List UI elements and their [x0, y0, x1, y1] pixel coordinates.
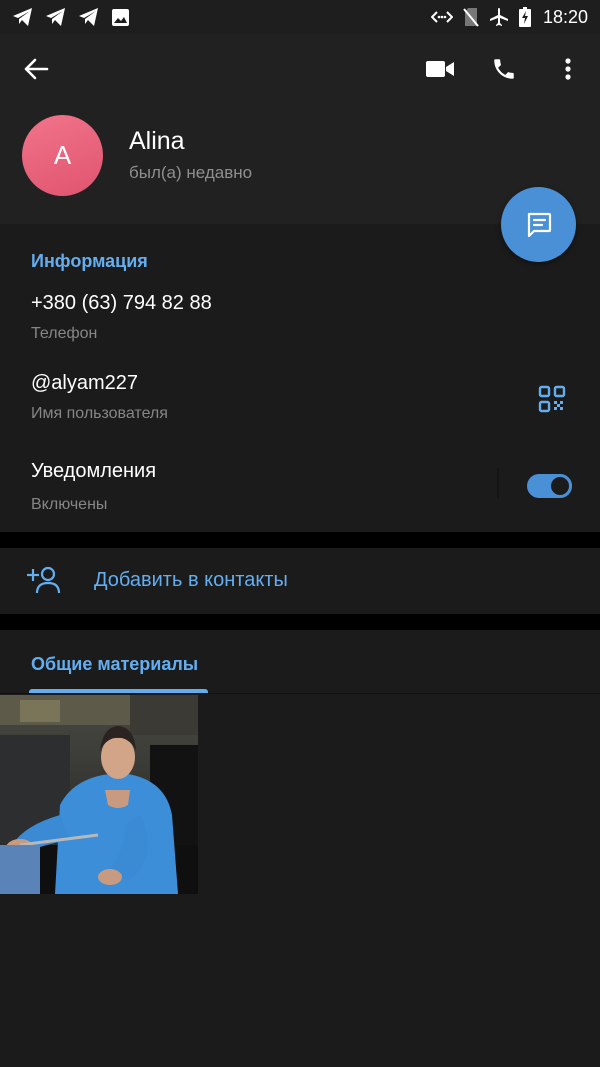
notifications-divider	[497, 468, 499, 498]
section-gap	[0, 532, 600, 548]
send-message-button[interactable]	[501, 187, 576, 262]
profile-header: A Alina был(а) недавно	[0, 34, 600, 224]
qr-code-icon	[538, 385, 566, 413]
message-icon	[527, 212, 551, 237]
tab-divider	[0, 693, 600, 694]
phone-value: +380 (63) 794 82 88	[31, 292, 212, 314]
username-row[interactable]: @alyam227 Имя пользователя	[0, 359, 600, 429]
status-bar: 18:20	[0, 0, 600, 34]
status-system: 18:20	[430, 6, 588, 28]
phone-label: Телефон	[31, 325, 98, 342]
avatar-letter: A	[53, 140, 72, 170]
notifications-row[interactable]: Уведомления Включены	[0, 446, 480, 526]
telegram-icon	[79, 8, 98, 26]
username-label: Имя пользователя	[31, 405, 168, 422]
telegram-icon	[46, 8, 65, 26]
info-section: Информация +380 (63) 794 82 88 Телефон @…	[0, 224, 600, 532]
tab-shared-media[interactable]: Общие материалы	[31, 654, 198, 675]
section-gap	[0, 614, 600, 630]
media-thumbnail[interactable]	[0, 695, 198, 894]
profile-name: Alina	[129, 127, 185, 155]
add-user-icon	[27, 566, 61, 594]
notifications-title: Уведомления	[31, 460, 157, 482]
add-to-contacts-label: Добавить в контакты	[94, 569, 288, 591]
info-section-title: Информация	[31, 251, 148, 271]
phone-call-button[interactable]	[487, 52, 521, 86]
more-vert-icon	[565, 58, 571, 80]
phone-row[interactable]: +380 (63) 794 82 88 Телефон	[0, 279, 600, 349]
battery-charging-icon	[518, 7, 531, 27]
back-button[interactable]	[19, 52, 53, 86]
shared-media-section: Общие материалы	[0, 630, 600, 1067]
airplane-icon	[489, 8, 508, 26]
telegram-icon	[13, 8, 32, 26]
notifications-status: Включены	[31, 496, 108, 513]
status-time: 18:20	[542, 6, 588, 27]
video-call-button[interactable]	[423, 52, 457, 86]
qr-code-button[interactable]	[538, 385, 566, 413]
profile-status: был(а) недавно	[129, 163, 253, 182]
data-saver-icon	[430, 11, 453, 23]
video-call-icon	[426, 61, 454, 77]
more-options-button[interactable]	[551, 52, 585, 86]
no-sim-icon	[463, 8, 479, 27]
username-value: @alyam227	[31, 372, 139, 394]
avatar[interactable]: A	[22, 115, 103, 196]
status-notifications	[12, 7, 130, 27]
image-icon	[112, 8, 129, 26]
add-to-contacts-button[interactable]: Добавить в контакты	[0, 548, 600, 614]
back-arrow-icon	[24, 58, 49, 80]
media-photo	[0, 695, 198, 894]
toggle-knob	[548, 474, 572, 498]
phone-call-icon	[494, 59, 514, 79]
notifications-toggle[interactable]	[527, 474, 572, 498]
